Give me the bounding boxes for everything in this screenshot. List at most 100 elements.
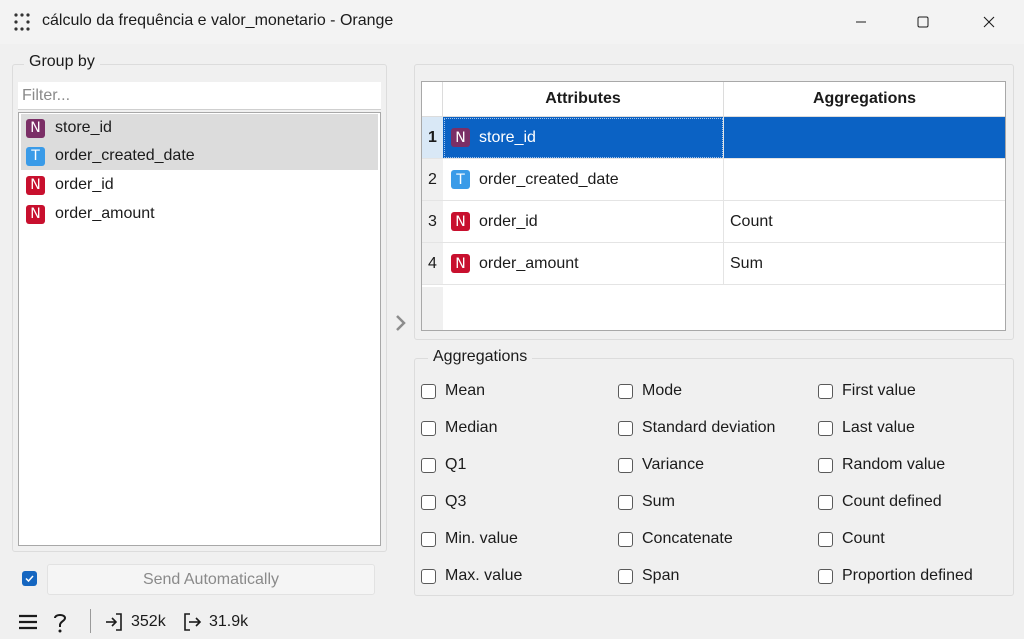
list-item-label: order_created_date <box>55 147 195 164</box>
attribute-label: order_created_date <box>479 170 619 188</box>
row-number[interactable]: 4 <box>422 243 443 285</box>
checkbox-mode[interactable]: Mode <box>618 380 682 402</box>
checkbox-label: Sum <box>642 493 675 510</box>
checkbox-label: Standard deviation <box>642 419 776 436</box>
aggregation-cell[interactable] <box>724 159 1005 201</box>
checkbox-concatenate[interactable]: Concatenate <box>618 528 733 550</box>
checkbox-random-value[interactable]: Random value <box>818 454 945 476</box>
close-icon <box>983 16 995 28</box>
checkbox-count[interactable]: Count <box>818 528 885 550</box>
output-data-icon <box>184 613 202 631</box>
checkbox-label: Count defined <box>842 493 942 510</box>
checkbox-label: Variance <box>642 456 704 473</box>
checkbox-label: Mean <box>445 382 486 399</box>
checkbox-q1[interactable]: Q1 <box>421 454 466 476</box>
checkbox-first-value[interactable]: First value <box>818 380 916 402</box>
checkbox-box[interactable] <box>818 383 833 399</box>
checkbox-box[interactable] <box>818 531 833 547</box>
send-automatically-button[interactable]: Send Automatically <box>47 564 375 595</box>
chevron-right-icon[interactable] <box>394 313 408 333</box>
checkbox-box[interactable] <box>421 457 436 473</box>
checkbox-min-value[interactable]: Min. value <box>421 528 518 550</box>
checkbox-last-value[interactable]: Last value <box>818 417 915 439</box>
aggregation-cell[interactable]: Sum <box>724 243 1005 285</box>
aggregation-cell[interactable] <box>724 117 1005 159</box>
checkbox-standard-deviation[interactable]: Standard deviation <box>618 417 775 439</box>
aggregations-box <box>414 358 1014 596</box>
row-header-filler <box>422 287 443 330</box>
attribute-label: store_id <box>479 128 536 146</box>
checkbox-box[interactable] <box>421 420 436 436</box>
checkbox-span[interactable]: Span <box>618 565 679 587</box>
orange-dots-icon <box>14 13 30 31</box>
maximize-button[interactable] <box>900 0 946 44</box>
maximize-icon <box>917 16 929 28</box>
checkbox-box[interactable] <box>818 494 833 510</box>
checkbox-label: Proportion defined <box>842 567 973 584</box>
aggregation-cell[interactable]: Count <box>724 201 1005 243</box>
table-corner[interactable] <box>422 82 443 117</box>
help-icon[interactable] <box>52 612 68 634</box>
checkbox-max-value[interactable]: Max. value <box>421 565 522 587</box>
send-automatically-checkbox[interactable] <box>22 571 37 586</box>
list-item-order-created-date[interactable]: T order_created_date <box>21 142 378 170</box>
checkbox-sum[interactable]: Sum <box>618 491 675 513</box>
attribute-cell[interactable]: N order_id <box>443 201 724 243</box>
filter-input[interactable] <box>18 82 381 110</box>
checkbox-count-defined[interactable]: Count defined <box>818 491 942 513</box>
attribute-label: order_id <box>479 212 538 230</box>
close-button[interactable] <box>966 0 1012 44</box>
discrete-variable-icon: N <box>26 118 45 138</box>
list-item-store-id[interactable]: N store_id <box>21 114 378 142</box>
checkbox-box[interactable] <box>618 531 633 547</box>
checkbox-box[interactable] <box>618 420 633 436</box>
checkbox-box[interactable] <box>421 383 436 399</box>
list-item-order-amount[interactable]: N order_amount <box>21 200 378 228</box>
row-number[interactable]: 2 <box>422 159 443 201</box>
checkbox-median[interactable]: Median <box>421 417 497 439</box>
checkbox-box[interactable] <box>421 494 436 510</box>
checkbox-label: Mode <box>642 382 683 399</box>
checkbox-box[interactable] <box>618 494 633 510</box>
checkbox-box[interactable] <box>618 568 633 584</box>
checkbox-label: Concatenate <box>642 530 733 547</box>
row-number[interactable]: 3 <box>422 201 443 243</box>
checkbox-mean[interactable]: Mean <box>421 380 485 402</box>
minimize-button[interactable] <box>838 0 884 44</box>
checkbox-box[interactable] <box>618 383 633 399</box>
checkbox-q3[interactable]: Q3 <box>421 491 466 513</box>
checkbox-box[interactable] <box>818 457 833 473</box>
row-number[interactable]: 1 <box>422 117 443 159</box>
checkbox-label: Last value <box>842 419 915 436</box>
checkbox-box[interactable] <box>421 531 436 547</box>
attributes-table[interactable]: Attributes Aggregations 1 N store_id 2 T… <box>421 81 1006 331</box>
checkbox-variance[interactable]: Variance <box>618 454 704 476</box>
group-by-list[interactable]: N store_id T order_created_date N order_… <box>18 112 381 546</box>
input-data-icon <box>106 613 122 631</box>
checkbox-box[interactable] <box>618 457 633 473</box>
list-item-label: store_id <box>55 119 112 136</box>
checkmark-icon <box>25 575 34 583</box>
checkbox-proportion-defined[interactable]: Proportion defined <box>818 565 973 587</box>
time-variable-icon: T <box>451 170 470 189</box>
checkbox-box[interactable] <box>818 420 833 436</box>
minimize-icon <box>856 21 866 23</box>
attribute-cell[interactable]: T order_created_date <box>443 159 724 201</box>
checkbox-box[interactable] <box>818 568 833 584</box>
time-variable-icon: T <box>26 146 45 166</box>
attribute-cell[interactable]: N store_id <box>443 117 724 159</box>
numeric-variable-icon: N <box>451 254 470 273</box>
checkbox-box[interactable] <box>421 568 436 584</box>
list-item-label: order_amount <box>55 205 155 222</box>
checkbox-label: Count <box>842 530 885 547</box>
status-separator <box>90 609 91 633</box>
column-header-aggregations[interactable]: Aggregations <box>724 82 1005 117</box>
checkbox-label: Q3 <box>445 493 467 510</box>
column-header-attributes[interactable]: Attributes <box>443 82 724 117</box>
hamburger-menu-icon[interactable] <box>18 613 38 631</box>
list-item-label: order_id <box>55 176 114 193</box>
attribute-cell[interactable]: N order_amount <box>443 243 724 285</box>
window-title: cálculo da frequência e valor_monetario … <box>42 12 394 29</box>
list-item-order-id[interactable]: N order_id <box>21 171 378 199</box>
input-size: 352k <box>131 613 166 630</box>
